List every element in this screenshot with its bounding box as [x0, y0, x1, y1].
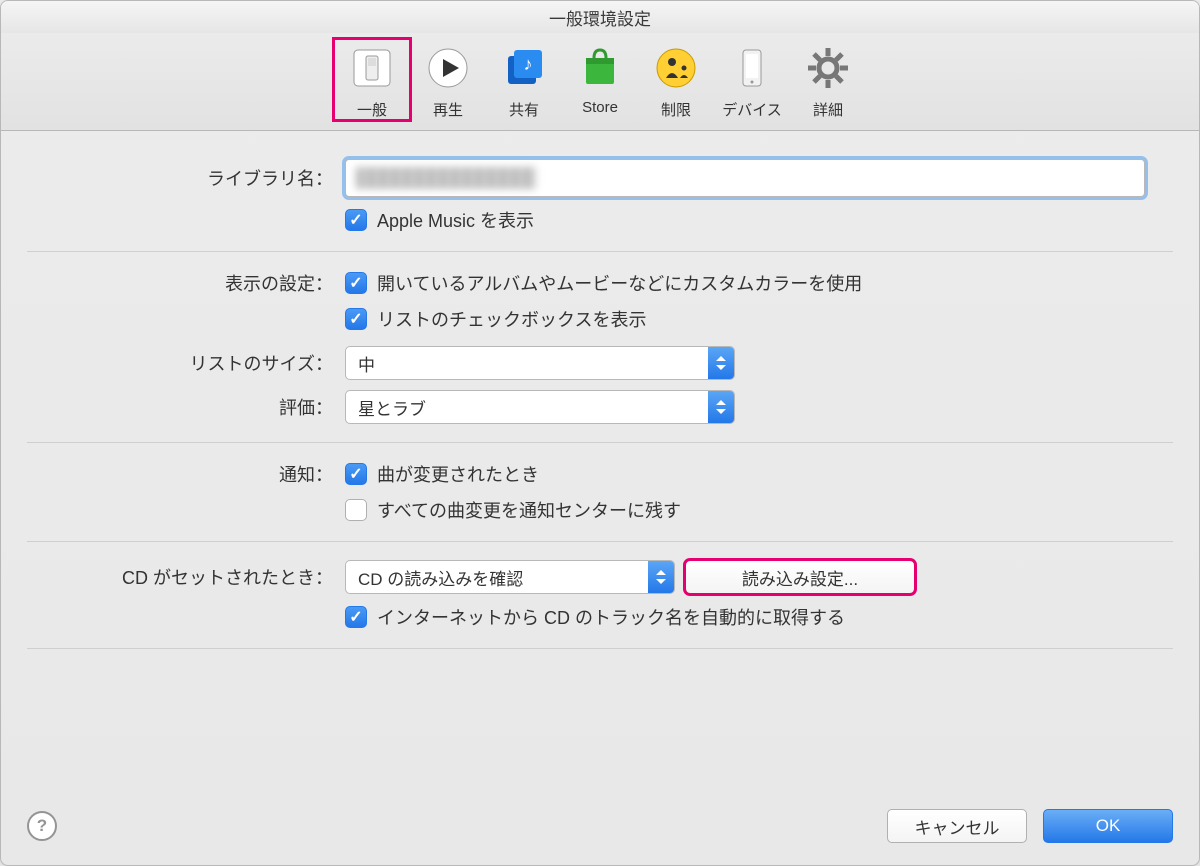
tab-general[interactable]: 一般 [334, 39, 410, 120]
keep-all-label: すべての曲変更を通知センターに残す [377, 497, 681, 523]
devices-icon [725, 41, 779, 95]
display-settings-label: 表示の設定： [27, 270, 345, 296]
cancel-label: キャンセル [915, 814, 1000, 839]
apple-music-label: Apple Music を表示 [377, 207, 534, 233]
tab-label: Store [582, 99, 618, 116]
rating-value: 星とラブ [358, 395, 426, 420]
rating-label: 評価： [27, 394, 345, 420]
redacted-text [356, 167, 536, 189]
chevron-updown-icon [708, 391, 734, 423]
cd-label: CD がセットされたとき： [27, 564, 345, 590]
store-icon [573, 41, 627, 95]
tab-label: 一般 [357, 99, 387, 120]
cd-action-value: CD の読み込みを確認 [358, 565, 523, 590]
auto-fetch-checkbox[interactable] [345, 606, 367, 628]
footer: ? キャンセル OK [1, 809, 1199, 865]
custom-color-label: 開いているアルバムやムービーなどにカスタムカラーを使用 [377, 270, 862, 296]
list-size-label: リストのサイズ： [27, 350, 345, 376]
list-size-value: 中 [358, 351, 375, 376]
auto-fetch-label: インターネットから CD のトラック名を自動的に取得する [377, 604, 845, 630]
library-name-label: ライブラリ名： [27, 165, 345, 191]
content: ライブラリ名： Apple Music を表示 表示の設定： 開いているアルバム… [1, 131, 1199, 809]
cd-action-select[interactable]: CD の読み込みを確認 [345, 560, 675, 594]
chevron-updown-icon [648, 561, 674, 593]
divider [27, 251, 1173, 252]
ok-button[interactable]: OK [1043, 809, 1173, 843]
toolbar: 一般 再生 ♪ 共有 Store 制限 [1, 33, 1199, 131]
song-changed-checkbox[interactable] [345, 463, 367, 485]
tab-restrictions[interactable]: 制限 [638, 39, 714, 120]
help-button[interactable]: ? [27, 811, 57, 841]
restrictions-icon [649, 41, 703, 95]
library-name-input[interactable] [345, 159, 1145, 197]
ok-label: OK [1096, 816, 1121, 836]
svg-text:♪: ♪ [524, 54, 533, 74]
tab-playback[interactable]: 再生 [410, 39, 486, 120]
tab-label: 詳細 [813, 99, 843, 120]
preferences-window: 一般環境設定 一般 再生 ♪ 共有 Store [0, 0, 1200, 866]
list-checkbox-checkbox[interactable] [345, 308, 367, 330]
import-settings-label: 読み込み設定... [742, 565, 858, 590]
import-settings-button[interactable]: 読み込み設定... [685, 560, 915, 594]
tab-label: 再生 [433, 99, 463, 120]
tab-label: デバイス [722, 99, 782, 120]
song-changed-label: 曲が変更されたとき [377, 461, 539, 487]
cancel-button[interactable]: キャンセル [887, 809, 1027, 843]
custom-color-checkbox[interactable] [345, 272, 367, 294]
apple-music-checkbox[interactable] [345, 209, 367, 231]
gear-icon [801, 41, 855, 95]
divider [27, 541, 1173, 542]
playback-icon [421, 41, 475, 95]
tab-devices[interactable]: デバイス [714, 39, 790, 120]
tab-sharing[interactable]: ♪ 共有 [486, 39, 562, 120]
list-checkbox-label: リストのチェックボックスを表示 [377, 306, 646, 332]
general-icon [345, 41, 399, 95]
window-title: 一般環境設定 [1, 1, 1199, 33]
notify-label: 通知： [27, 461, 345, 487]
tab-store[interactable]: Store [562, 39, 638, 120]
keep-all-checkbox[interactable] [345, 499, 367, 521]
sharing-icon: ♪ [497, 41, 551, 95]
tab-label: 制限 [661, 99, 691, 120]
rating-select[interactable]: 星とラブ [345, 390, 735, 424]
tab-label: 共有 [509, 99, 539, 120]
list-size-select[interactable]: 中 [345, 346, 735, 380]
chevron-updown-icon [708, 347, 734, 379]
divider [27, 442, 1173, 443]
divider [27, 648, 1173, 649]
tab-advanced[interactable]: 詳細 [790, 39, 866, 120]
